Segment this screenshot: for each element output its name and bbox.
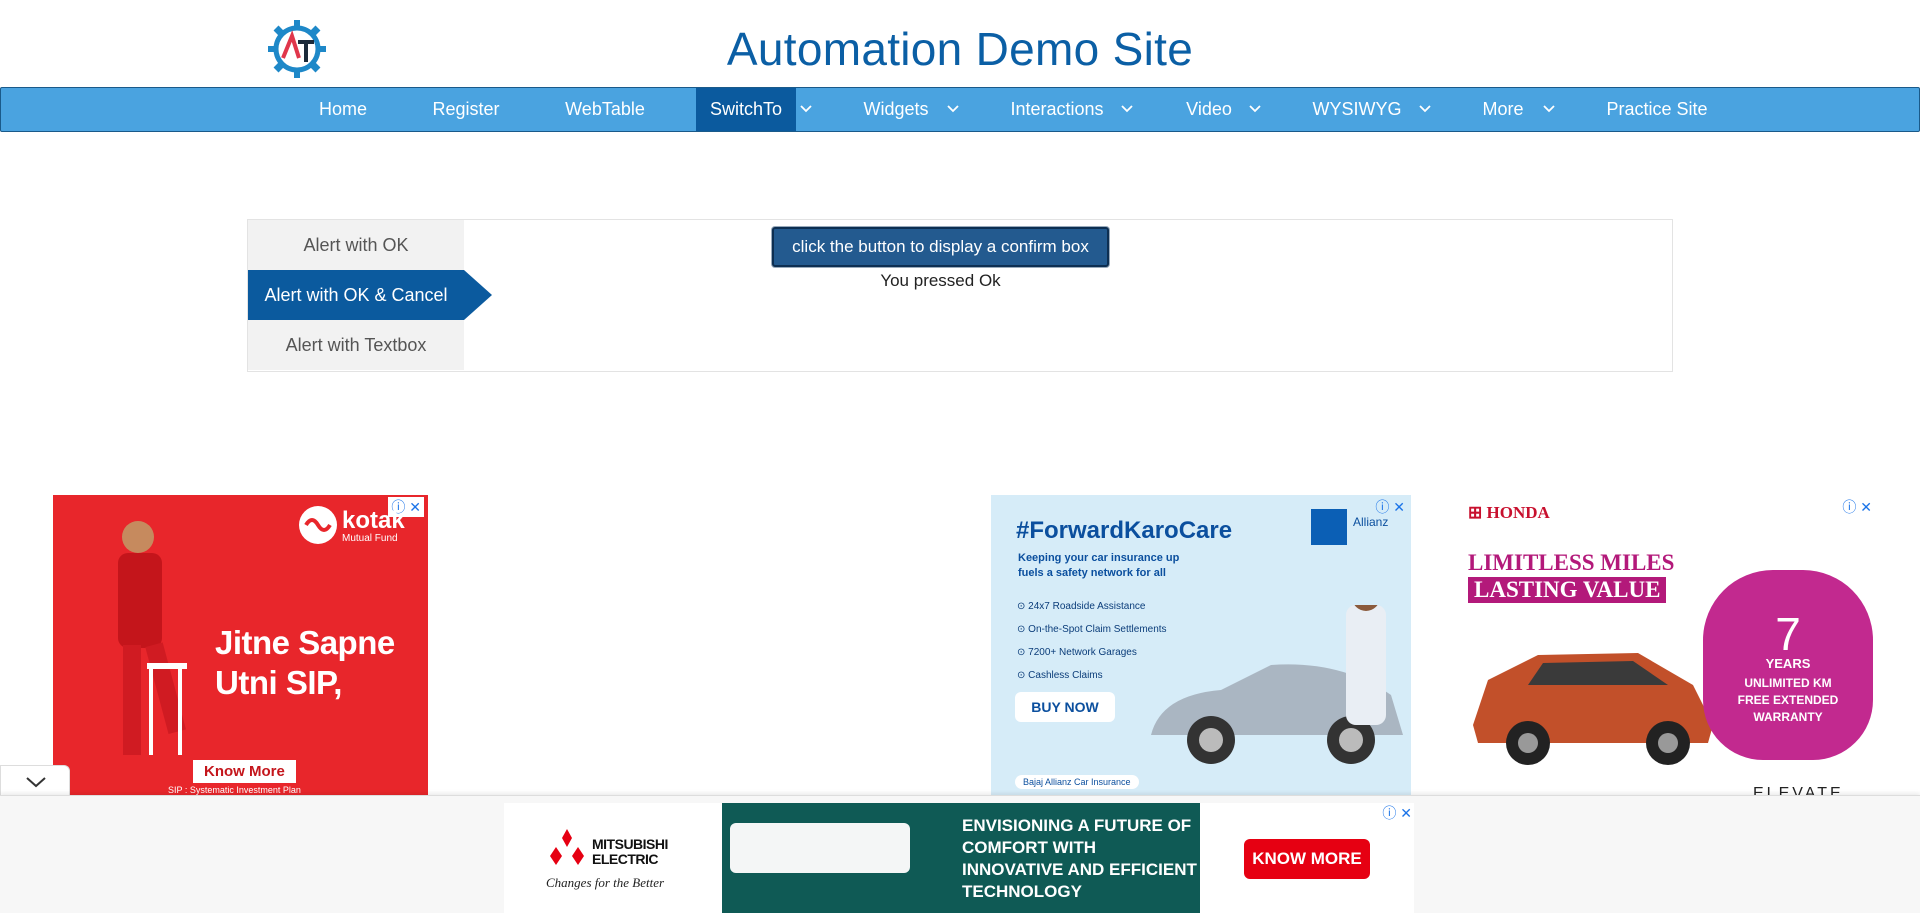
car-image xyxy=(1141,583,1411,775)
active-tab-arrow xyxy=(464,270,492,320)
chevron-down-icon[interactable] xyxy=(1117,88,1137,131)
kotak-headline: Jitne Sapne Utni SIP, xyxy=(215,624,395,701)
ad-close-icon[interactable]: ⓘ ✕ xyxy=(1375,497,1405,517)
honda-warranty-badge: 7 YEARS UNLIMITED KM FREE EXTENDED WARRA… xyxy=(1703,570,1873,760)
ad-mitsubishi[interactable]: ⓘ ✕ MITSUBISHI ELECTRIC Changes for the … xyxy=(504,803,1414,913)
suv-image xyxy=(1468,625,1728,770)
nav-video[interactable]: Video xyxy=(1173,88,1245,131)
badge-text: UNLIMITED KM FREE EXTENDED WARRANTY xyxy=(1737,676,1839,724)
ad-person-image xyxy=(83,515,198,775)
ac-banner: ENVISIONING A FUTURE OF COMFORT WITH INN… xyxy=(722,803,1200,913)
kotak-cta[interactable]: Know More xyxy=(193,760,296,783)
main-navbar: Home Register WebTable SwitchTo Widgets … xyxy=(0,87,1920,132)
honda-line1: LIMITLESS MILES xyxy=(1468,550,1675,575)
honda-brand: ⊞ HONDA xyxy=(1468,503,1550,522)
bajaj-brand: Allianz xyxy=(1353,515,1389,529)
kotak-sub: Mutual Fund xyxy=(342,533,398,544)
nav-more[interactable]: More xyxy=(1471,88,1535,131)
mitsubishi-brand: MITSUBISHI ELECTRIC xyxy=(592,836,668,867)
chevron-down-icon[interactable] xyxy=(1415,88,1435,131)
tab-alert-ok-cancel[interactable]: Alert with OK & Cancel xyxy=(248,270,464,320)
mitsubishi-tagline: Changes for the Better xyxy=(546,875,665,890)
honda-line2: LASTING VALUE xyxy=(1468,577,1667,603)
nav-webtable[interactable]: WebTable xyxy=(549,88,661,131)
bajaj-sub: Keeping your car insurance up fuels a sa… xyxy=(1018,552,1180,579)
confirm-box-button[interactable]: click the button to display a confirm bo… xyxy=(772,227,1109,267)
nav-switchto[interactable]: SwitchTo xyxy=(696,88,796,131)
ad-close-icon[interactable]: ⓘ ✕ xyxy=(1842,497,1872,517)
nav-register[interactable]: Register xyxy=(415,88,517,131)
ad-bajaj[interactable]: ⓘ ✕ #ForwardKaroCare Keeping your car in… xyxy=(991,495,1411,795)
bajaj-footer: Bajaj Allianz Car Insurance xyxy=(1015,775,1139,789)
mitsubishi-logo xyxy=(550,829,584,865)
chevron-down-icon[interactable] xyxy=(796,88,816,131)
kotak-footnote: SIP : Systematic Investment Plan xyxy=(168,785,301,795)
confirm-result-text: You pressed Ok xyxy=(880,271,1001,290)
bajaj-cta[interactable]: BUY NOW xyxy=(1015,692,1115,722)
bajaj-headline: #ForwardKaroCare xyxy=(1016,517,1233,544)
site-title: Automation Demo Site xyxy=(726,23,1194,75)
honda-model: ELEVATE xyxy=(1753,785,1844,795)
ad-kotak[interactable]: ⓘ ✕ kotak Mutual Fund Jitne Sapne Utni S… xyxy=(53,495,428,795)
tab-alert-textbox[interactable]: Alert with Textbox xyxy=(248,320,464,370)
nav-widgets[interactable]: Widgets xyxy=(849,88,943,131)
badge-number: 7 xyxy=(1775,608,1801,660)
ad-honda[interactable]: ⓘ ✕ ⊞ HONDA LIMITLESS MILES LASTING VALU… xyxy=(1458,495,1878,795)
chevron-down-icon[interactable] xyxy=(1539,88,1559,131)
ac-unit-image xyxy=(730,823,910,873)
mitsubishi-headline: ENVISIONING A FUTURE OF COMFORT WITH INN… xyxy=(962,816,1197,901)
nav-wysiwyg[interactable]: WYSIWYG xyxy=(1301,88,1413,131)
kotak-brand: kotak xyxy=(342,507,405,534)
tab-alert-ok[interactable]: Alert with OK xyxy=(248,220,464,270)
chevron-down-icon[interactable] xyxy=(943,88,963,131)
ad-close-icon[interactable]: ⓘ ✕ xyxy=(1382,803,1412,823)
badge-years: YEARS xyxy=(1765,656,1811,671)
collapse-ad-button[interactable] xyxy=(0,765,70,797)
nav-practice-site[interactable]: Practice Site xyxy=(1597,88,1717,131)
chevron-down-icon[interactable] xyxy=(1245,88,1265,131)
bajaj-logo xyxy=(1311,509,1347,545)
chevron-down-icon xyxy=(26,777,46,788)
mitsubishi-cta[interactable]: KNOW MORE xyxy=(1244,839,1370,879)
nav-home[interactable]: Home xyxy=(301,88,385,131)
nav-interactions[interactable]: Interactions xyxy=(997,88,1117,131)
kotak-logo: kotak Mutual Fund xyxy=(298,505,408,550)
